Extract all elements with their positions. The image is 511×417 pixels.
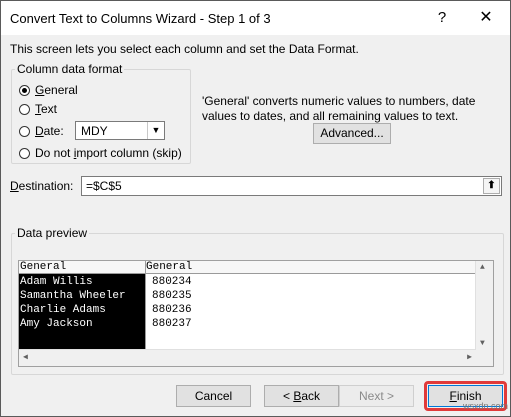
preview-header-row: General General <box>19 261 476 274</box>
preview-cell: 880234 <box>152 276 192 288</box>
radio-text-icon[interactable] <box>19 103 30 115</box>
column-header-1[interactable]: General <box>20 261 146 273</box>
radio-date-label: Date: <box>35 124 64 138</box>
preview-cell: 880237 <box>152 318 192 330</box>
back-button[interactable]: < Back <box>264 385 339 407</box>
preview-cell: 880236 <box>152 304 192 316</box>
chevron-down-icon[interactable]: ▼ <box>147 122 164 139</box>
preview-cell: Samantha Wheeler <box>20 290 126 302</box>
radio-general[interactable]: General <box>19 82 78 98</box>
radio-date[interactable]: Date: <box>19 123 64 139</box>
scrollbar-corner <box>476 350 493 366</box>
data-preview-area[interactable]: General General Adam Willis 880234 Saman… <box>18 260 494 367</box>
radio-skip-icon[interactable] <box>19 147 30 159</box>
destination-value: =$C$5 <box>86 179 122 193</box>
preview-cell: 880235 <box>152 290 192 302</box>
format-description: 'General' converts numeric values to num… <box>202 94 476 123</box>
next-button[interactable]: Next > <box>339 385 414 407</box>
scroll-up-icon[interactable]: ▲ <box>480 263 485 272</box>
scroll-down-icon[interactable]: ▼ <box>480 339 485 348</box>
horizontal-scrollbar[interactable]: ◀ ▶ <box>19 349 476 366</box>
intro-text: This screen lets you select each column … <box>10 42 359 56</box>
advanced-button[interactable]: Advanced... <box>313 123 391 144</box>
radio-skip[interactable]: Do not import column (skip) <box>19 145 182 161</box>
watermark-text: wsxdn.com <box>463 401 509 411</box>
destination-input[interactable]: =$C$5 ⬆ <box>81 176 502 196</box>
cancel-button[interactable]: Cancel <box>176 385 251 407</box>
scroll-right-icon[interactable]: ▶ <box>467 352 472 362</box>
column-divider <box>145 274 146 350</box>
preview-cell: Adam Willis <box>20 276 93 288</box>
radio-date-icon[interactable] <box>19 125 30 137</box>
radio-text-label: Text <box>35 102 58 116</box>
help-icon[interactable]: ? <box>429 5 455 31</box>
preview-cell: Charlie Adams <box>20 304 106 316</box>
vertical-scrollbar[interactable]: ▲ ▼ <box>475 261 493 350</box>
preview-cell: Amy Jackson <box>20 318 93 330</box>
collapse-dialog-icon[interactable]: ⬆ <box>483 178 500 194</box>
date-format-select[interactable]: MDY ▼ <box>75 121 165 140</box>
date-format-value: MDY <box>81 124 108 138</box>
dialog-title: Convert Text to Columns Wizard - Step 1 … <box>10 11 271 26</box>
title-bar: Convert Text to Columns Wizard - Step 1 … <box>1 1 510 35</box>
scroll-left-icon[interactable]: ◀ <box>23 352 28 362</box>
destination-label: Destination: <box>10 179 74 193</box>
data-preview-legend: Data preview <box>15 226 90 240</box>
radio-skip-label: Do not import column (skip) <box>35 146 182 160</box>
radio-text[interactable]: Text <box>19 101 57 117</box>
close-icon[interactable]: ✕ <box>473 5 499 31</box>
radio-general-icon[interactable] <box>19 84 30 96</box>
radio-general-label: General <box>35 83 78 97</box>
column-format-legend: Column data format <box>15 62 125 76</box>
text-to-columns-dialog: Convert Text to Columns Wizard - Step 1 … <box>0 0 511 417</box>
column-header-2[interactable]: General <box>146 261 192 273</box>
